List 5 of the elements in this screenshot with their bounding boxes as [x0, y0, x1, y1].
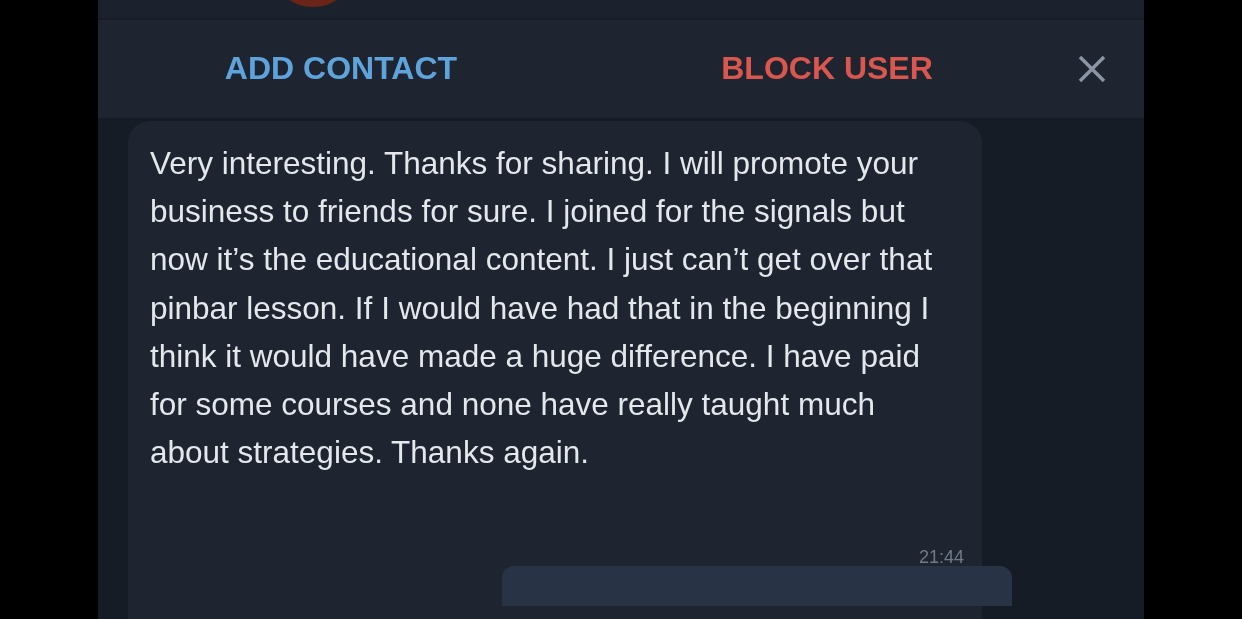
message-time: 21:44: [918, 547, 964, 568]
block-user-button[interactable]: BLOCK USER: [584, 40, 1070, 98]
close-icon: [1077, 53, 1107, 84]
add-contact-button[interactable]: ADD CONTACT: [98, 40, 584, 98]
message-text: Very interesting. Thanks for sharing. I will promote your business to friends for sure. I joined for the signals but now it’s the educational content. I just can’t get over that pinbar lesson. If I would have had that in the beginning I think it would have made a huge difference. I have paid for some courses and none have really taught much about strategies. Thanks again.: [150, 144, 934, 473]
